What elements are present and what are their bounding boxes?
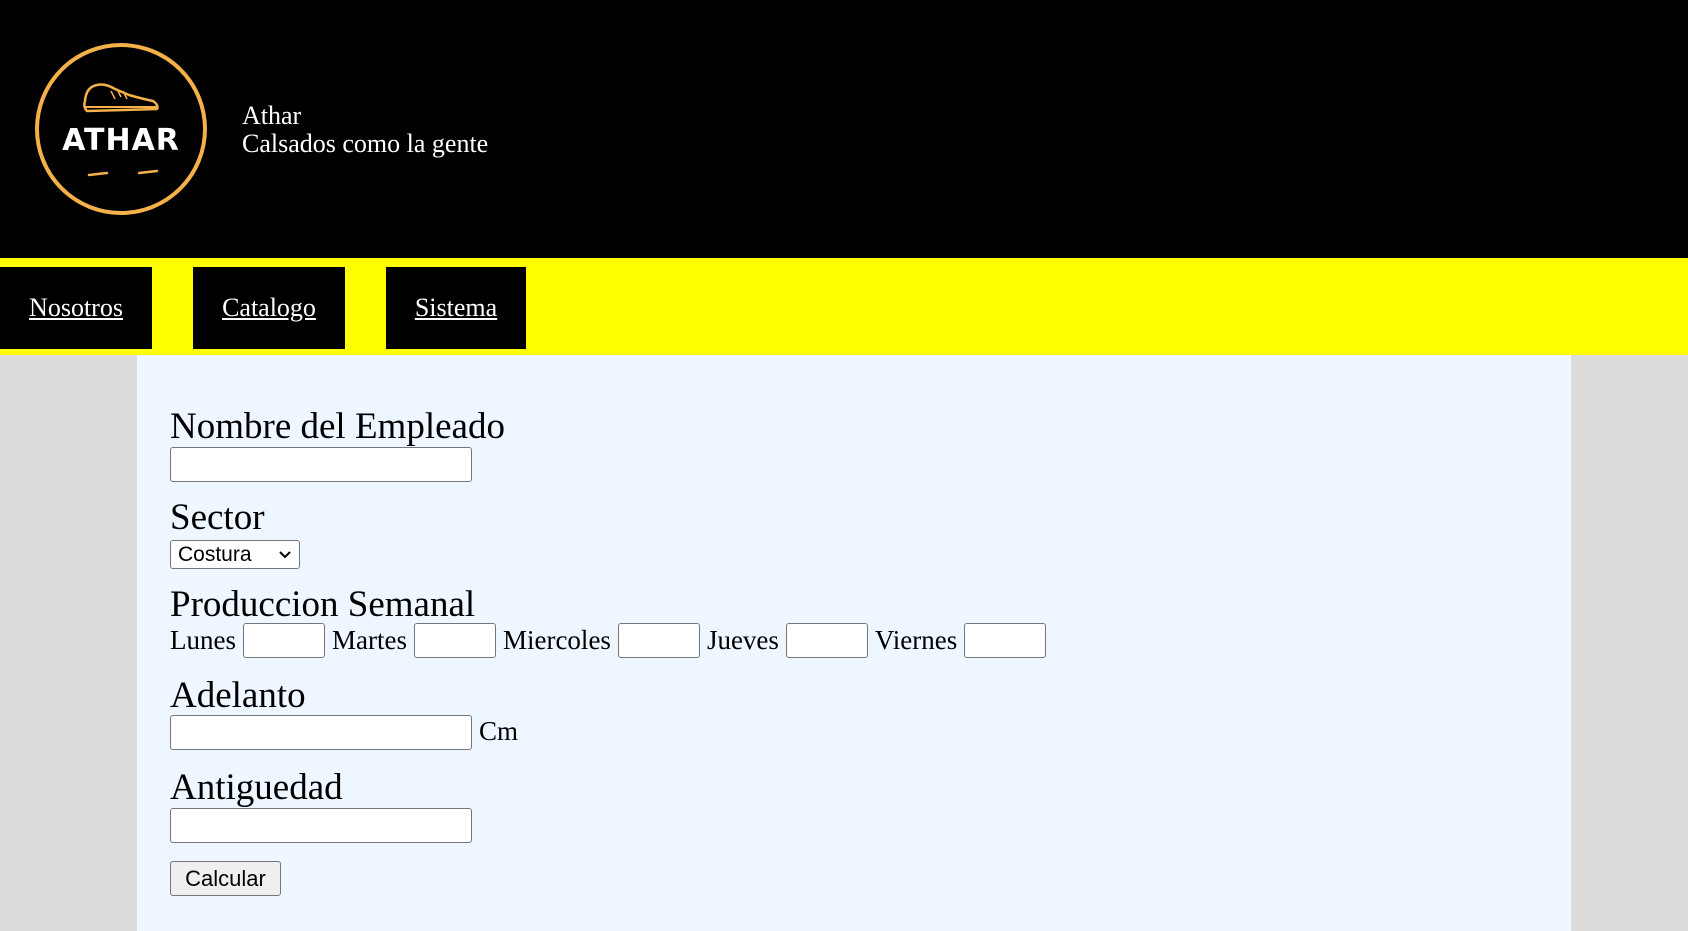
sector-selected-value: Costura [178, 542, 252, 566]
main-nav: Nosotros Catalogo Sistema [0, 258, 1688, 355]
miercoles-label: Miercoles [502, 625, 611, 655]
antiguedad-input[interactable] [170, 808, 472, 843]
viernes-label: Viernes [874, 625, 958, 655]
adelanto-unit: Cm [479, 716, 519, 746]
nav-link-sistema[interactable]: Sistema [386, 267, 526, 349]
brand-block: Athar Calsados como la gente [242, 102, 488, 158]
miercoles-input[interactable] [617, 623, 700, 658]
brand-tagline: Calsados como la gente [242, 129, 489, 158]
lunes-label: Lunes [170, 625, 236, 655]
sector-select[interactable]: Costura [170, 540, 300, 569]
produccion-row: Lunes Martes Miercoles Jueves Viernes [170, 623, 1053, 658]
nav-link-nosotros[interactable]: Nosotros [0, 267, 152, 349]
lunes-input[interactable] [242, 623, 325, 658]
nombre-label: Nombre del Empleado [170, 406, 505, 447]
jueves-input[interactable] [785, 623, 868, 658]
nombre-input[interactable] [170, 447, 472, 482]
chevron-down-icon [279, 551, 291, 559]
antiguedad-label: Antiguedad [170, 767, 343, 808]
adelanto-input[interactable] [170, 715, 472, 750]
employee-form: Nombre del Empleado Sector Costura Produ… [137, 355, 1571, 931]
site-header: ATHAR Athar Calsados como la gente [0, 0, 1688, 258]
martes-input[interactable] [413, 623, 496, 658]
logo-text: ATHAR [62, 123, 180, 158]
nav-link-catalogo[interactable]: Catalogo [193, 267, 345, 349]
calcular-button[interactable]: Calcular [170, 861, 281, 896]
jueves-label: Jueves [706, 625, 779, 655]
produccion-label: Produccion Semanal [170, 584, 476, 625]
martes-label: Martes [331, 625, 407, 655]
sector-label: Sector [170, 497, 265, 538]
adelanto-label: Adelanto [170, 675, 306, 716]
viernes-input[interactable] [964, 623, 1047, 658]
brand-name: Athar [242, 101, 302, 130]
athar-logo: ATHAR [35, 43, 207, 215]
